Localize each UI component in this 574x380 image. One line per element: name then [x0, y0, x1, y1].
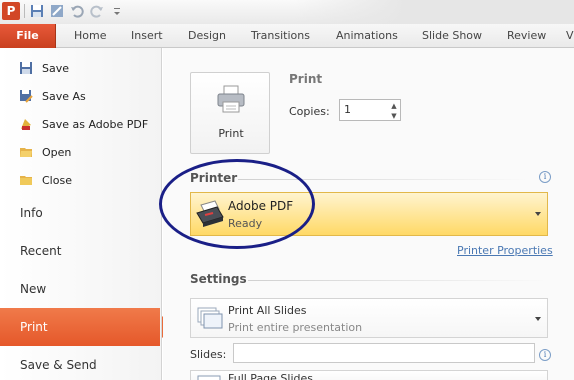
tab-print-label: Print: [20, 320, 48, 334]
settings-section-title: Settings: [190, 272, 247, 286]
slides-info-icon[interactable]: i: [539, 349, 551, 361]
chevron-down-icon: [535, 212, 541, 216]
tab-file[interactable]: File: [0, 24, 56, 48]
quick-access-toolbar: P: [0, 0, 574, 24]
powerpoint-app-icon[interactable]: P: [2, 2, 20, 20]
save-as-pdf-command[interactable]: Save as Adobe PDF: [18, 112, 148, 136]
tab-view[interactable]: V: [566, 24, 574, 48]
backstage-nav: Save Save As Save as Adobe PDF Open Clos…: [0, 48, 174, 380]
save-command[interactable]: Save: [18, 56, 69, 80]
tab-design[interactable]: Design: [188, 24, 226, 48]
print-range-desc: Print entire presentation: [228, 321, 363, 334]
print-range-name: Print All Slides: [228, 304, 307, 317]
save-as-pdf-label: Save as Adobe PDF: [42, 117, 149, 131]
printer-info-icon[interactable]: i: [539, 171, 551, 183]
print-panel: Print Print Copies: 1 ▲ ▼ Printer i Adob…: [159, 48, 574, 380]
save-icon: [18, 60, 34, 76]
window-title-area: [294, 0, 574, 24]
slides-input[interactable]: [233, 343, 535, 363]
open-command[interactable]: Open: [18, 140, 71, 164]
close-command[interactable]: Close: [18, 168, 72, 192]
tab-slide-show[interactable]: Slide Show: [422, 24, 482, 48]
copies-value: 1: [344, 103, 351, 116]
printer-icon: [217, 85, 245, 113]
spin-up-icon[interactable]: ▲: [389, 101, 399, 110]
slides-label: Slides:: [190, 348, 227, 361]
tab-print[interactable]: Print: [0, 308, 174, 346]
tab-home[interactable]: Home: [74, 24, 106, 48]
slides-stack-icon: [197, 307, 223, 329]
redo-icon[interactable]: [89, 3, 105, 19]
pdf-icon: [18, 116, 34, 132]
layout-dropdown[interactable]: Full Page Slides: [190, 370, 548, 380]
printer-properties-link[interactable]: Printer Properties: [457, 244, 553, 257]
tab-animations[interactable]: Animations: [336, 24, 398, 48]
save-as-icon[interactable]: [49, 3, 65, 19]
chevron-down-icon: [535, 317, 541, 321]
tab-review[interactable]: Review: [507, 24, 546, 48]
tab-save-send[interactable]: Save & Send: [0, 346, 162, 380]
print-range-dropdown[interactable]: Print All Slides Print entire presentati…: [190, 298, 548, 338]
close-label: Close: [42, 173, 72, 187]
save-as-icon: [18, 88, 34, 104]
open-label: Open: [42, 145, 72, 159]
ribbon-tabs: File Home Insert Design Transitions Anim…: [0, 24, 574, 48]
copies-label: Copies:: [289, 105, 330, 118]
folder-close-icon: [18, 172, 34, 188]
save-icon[interactable]: [29, 3, 45, 19]
print-button[interactable]: Print: [190, 72, 270, 154]
save-as-command[interactable]: Save As: [18, 84, 86, 108]
layout-name: Full Page Slides: [228, 372, 314, 380]
print-heading: Print: [289, 72, 323, 86]
folder-open-icon: [18, 144, 34, 160]
save-label: Save: [42, 61, 70, 75]
copies-stepper[interactable]: 1 ▲ ▼: [339, 99, 401, 121]
qat-separator: [24, 4, 25, 18]
print-button-label: Print: [218, 127, 244, 140]
annotation-circle: [159, 159, 315, 249]
customize-qat-icon[interactable]: [109, 3, 125, 19]
tab-transitions[interactable]: Transitions: [251, 24, 310, 48]
full-page-slide-icon: [197, 375, 221, 380]
tab-insert[interactable]: Insert: [131, 24, 163, 48]
undo-icon[interactable]: [69, 3, 85, 19]
tab-recent[interactable]: Recent: [0, 232, 162, 270]
spin-down-icon[interactable]: ▼: [389, 111, 399, 120]
save-as-label: Save As: [42, 89, 86, 103]
tab-info[interactable]: Info: [0, 194, 162, 232]
settings-divider: [248, 280, 548, 281]
tab-new[interactable]: New: [0, 270, 162, 308]
